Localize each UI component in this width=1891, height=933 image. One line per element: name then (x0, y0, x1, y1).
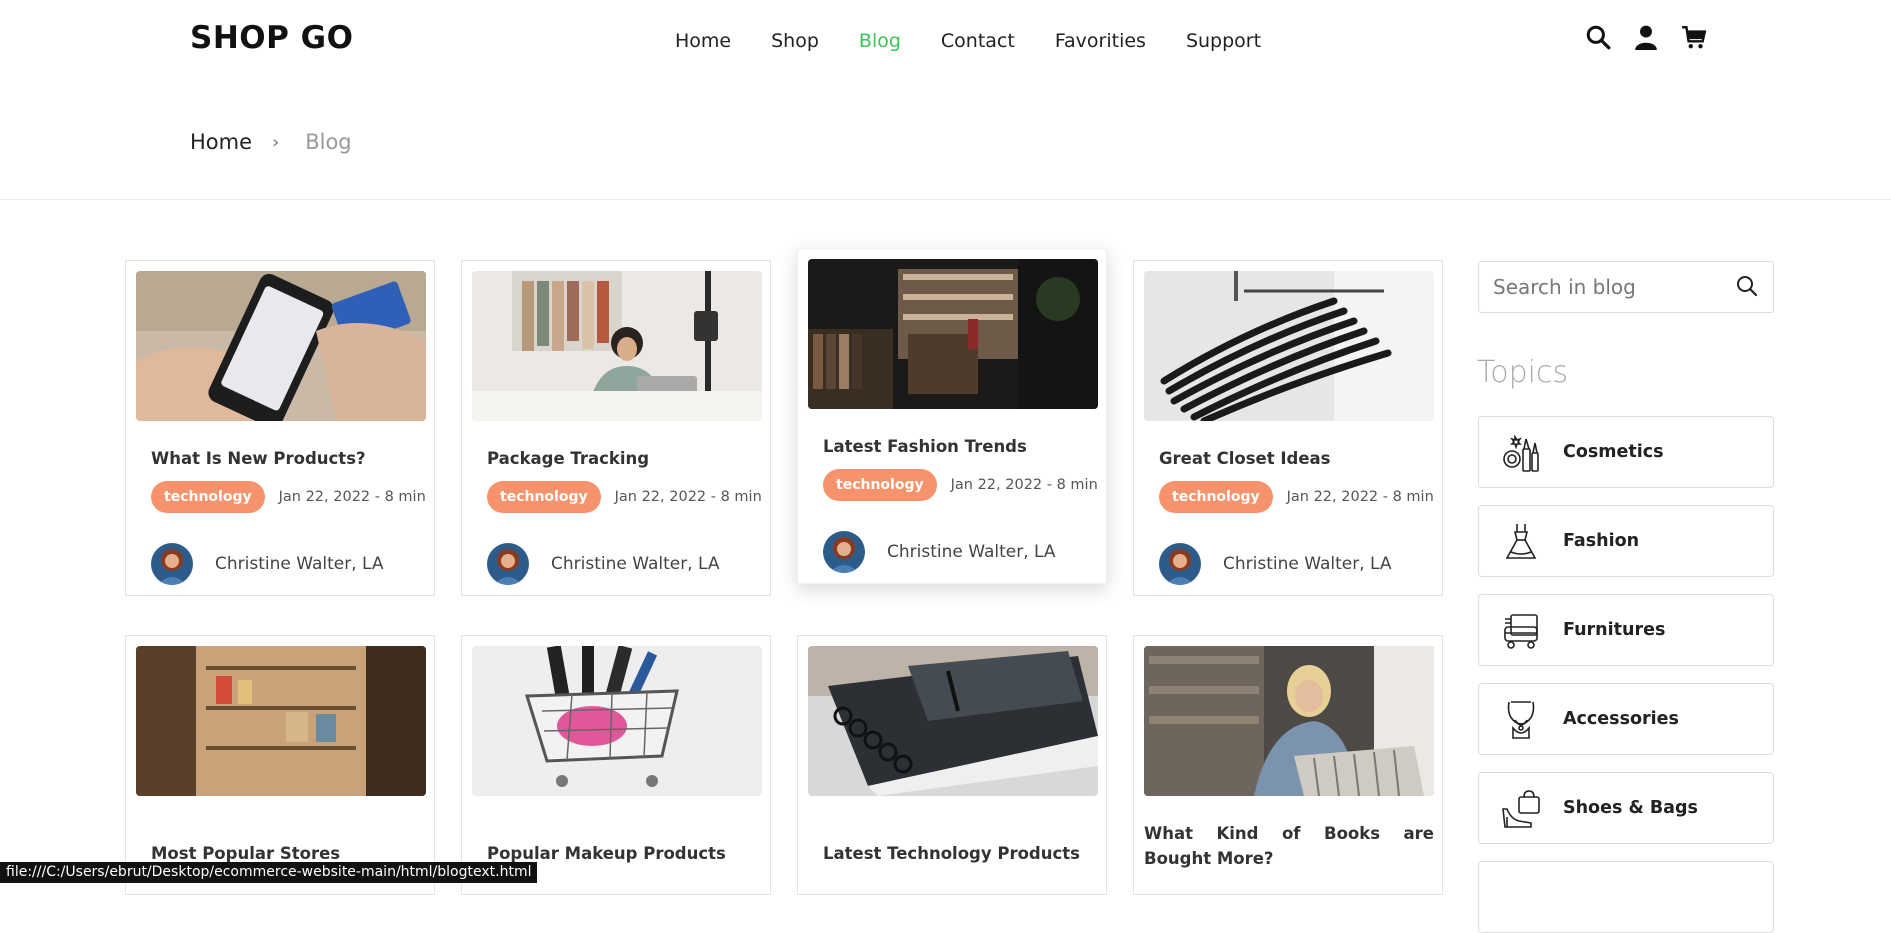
avatar (151, 543, 193, 585)
post-image-package-tracking[interactable] (472, 271, 762, 421)
blog-card[interactable]: What Is New Products? technology Jan 22,… (125, 260, 435, 596)
blog-card[interactable]: Popular Makeup Products (461, 635, 771, 895)
browser-status-bar: file:///C:/Users/ebrut/Desktop/ecommerce… (0, 862, 538, 883)
cart-icon[interactable] (1681, 24, 1707, 50)
header-actions (1585, 24, 1707, 50)
post-date: Jan 22, 2022 - 8 min (278, 489, 426, 505)
nav-home[interactable]: Home (675, 30, 731, 52)
post-image-hangers[interactable] (1144, 271, 1434, 421)
avatar (1159, 543, 1201, 585)
furniture-icon (1501, 609, 1541, 651)
blog-card[interactable]: Package Tracking technology Jan 22, 2022… (461, 260, 771, 596)
post-title[interactable]: What Kind of Books are Bought More? (1144, 821, 1434, 871)
breadcrumb-home[interactable]: Home (190, 130, 252, 154)
site-header: SHOP GO Home Shop Blog Contact Favoritie… (0, 0, 1891, 84)
post-author: Christine Walter, LA (823, 531, 1056, 573)
post-image-stores[interactable] (136, 646, 426, 796)
post-title[interactable]: Great Closet Ideas (1159, 446, 1429, 471)
section-divider (0, 199, 1891, 200)
topic-label: Cosmetics (1563, 442, 1664, 462)
post-image-bookstore[interactable] (1144, 646, 1434, 796)
nav-favorities[interactable]: Favorities (1055, 30, 1146, 52)
blog-card[interactable]: What Kind of Books are Bought More? (1133, 635, 1443, 895)
nav-shop[interactable]: Shop (771, 30, 819, 52)
breadcrumb-current: Blog (305, 130, 352, 154)
post-tag[interactable]: technology (823, 469, 937, 501)
post-author: Christine Walter, LA (151, 543, 384, 585)
search-icon[interactable] (1585, 24, 1611, 50)
search-icon[interactable] (1735, 274, 1759, 298)
post-meta: technology Jan 22, 2022 - 8 min (1159, 481, 1434, 513)
topic-next[interactable] (1478, 861, 1774, 933)
main-nav: Home Shop Blog Contact Favorities Suppor… (675, 30, 1301, 52)
post-date: Jan 22, 2022 - 8 min (1286, 489, 1434, 505)
topic-accessories[interactable]: Accessories (1478, 683, 1774, 755)
post-title[interactable]: Latest Fashion Trends (823, 434, 1093, 459)
topic-label: Shoes & Bags (1563, 798, 1698, 818)
breadcrumb: Home › Blog (190, 130, 352, 154)
blog-card[interactable]: Most Popular Stores (125, 635, 435, 895)
cosmetics-icon (1501, 431, 1541, 473)
post-tag[interactable]: technology (487, 481, 601, 513)
post-meta: technology Jan 22, 2022 - 8 min (823, 469, 1098, 501)
nav-blog[interactable]: Blog (859, 30, 901, 52)
topic-furnitures[interactable]: Furnitures (1478, 594, 1774, 666)
topic-fashion[interactable]: Fashion (1478, 505, 1774, 577)
chevron-right-icon: › (272, 131, 280, 153)
post-date: Jan 22, 2022 - 8 min (950, 477, 1098, 493)
post-author: Christine Walter, LA (1159, 543, 1392, 585)
post-meta: technology Jan 22, 2022 - 8 min (151, 481, 426, 513)
author-name[interactable]: Christine Walter, LA (551, 554, 720, 574)
dress-icon (1501, 520, 1541, 562)
post-date: Jan 22, 2022 - 8 min (614, 489, 762, 505)
post-tag[interactable]: technology (151, 481, 265, 513)
post-author: Christine Walter, LA (487, 543, 720, 585)
topic-cosmetics[interactable]: Cosmetics (1478, 416, 1774, 488)
nav-contact[interactable]: Contact (941, 30, 1015, 52)
topic-label: Fashion (1563, 531, 1640, 551)
author-name[interactable]: Christine Walter, LA (215, 554, 384, 574)
avatar (823, 531, 865, 573)
necklace-icon (1501, 698, 1541, 740)
topic-label: Accessories (1563, 709, 1679, 729)
post-image-phone-payment[interactable] (136, 271, 426, 421)
avatar (487, 543, 529, 585)
post-image-makeup-cart[interactable] (472, 646, 762, 796)
topic-shoes-bags[interactable]: Shoes & Bags (1478, 772, 1774, 844)
blog-card[interactable]: Latest Technology Products (797, 635, 1107, 895)
blog-search-input[interactable] (1491, 274, 1735, 300)
blog-card[interactable]: Great Closet Ideas technology Jan 22, 20… (1133, 260, 1443, 596)
topics-heading: Topics (1477, 355, 1569, 390)
post-title[interactable]: Latest Technology Products (823, 841, 1093, 866)
topic-label: Furnitures (1563, 620, 1666, 640)
user-icon[interactable] (1633, 24, 1659, 50)
blog-search-box (1478, 261, 1774, 313)
blog-card[interactable]: Latest Fashion Trends technology Jan 22,… (797, 248, 1107, 584)
post-tag[interactable]: technology (1159, 481, 1273, 513)
site-logo[interactable]: SHOP GO (190, 20, 353, 56)
post-meta: technology Jan 22, 2022 - 8 min (487, 481, 762, 513)
nav-support[interactable]: Support (1186, 30, 1261, 52)
bag-shoe-icon (1501, 787, 1541, 829)
author-name[interactable]: Christine Walter, LA (887, 542, 1056, 562)
post-title[interactable]: What Is New Products? (151, 446, 421, 471)
author-name[interactable]: Christine Walter, LA (1223, 554, 1392, 574)
post-image-fashion-store[interactable] (808, 259, 1098, 409)
post-image-notebook[interactable] (808, 646, 1098, 796)
post-title[interactable]: Package Tracking (487, 446, 757, 471)
